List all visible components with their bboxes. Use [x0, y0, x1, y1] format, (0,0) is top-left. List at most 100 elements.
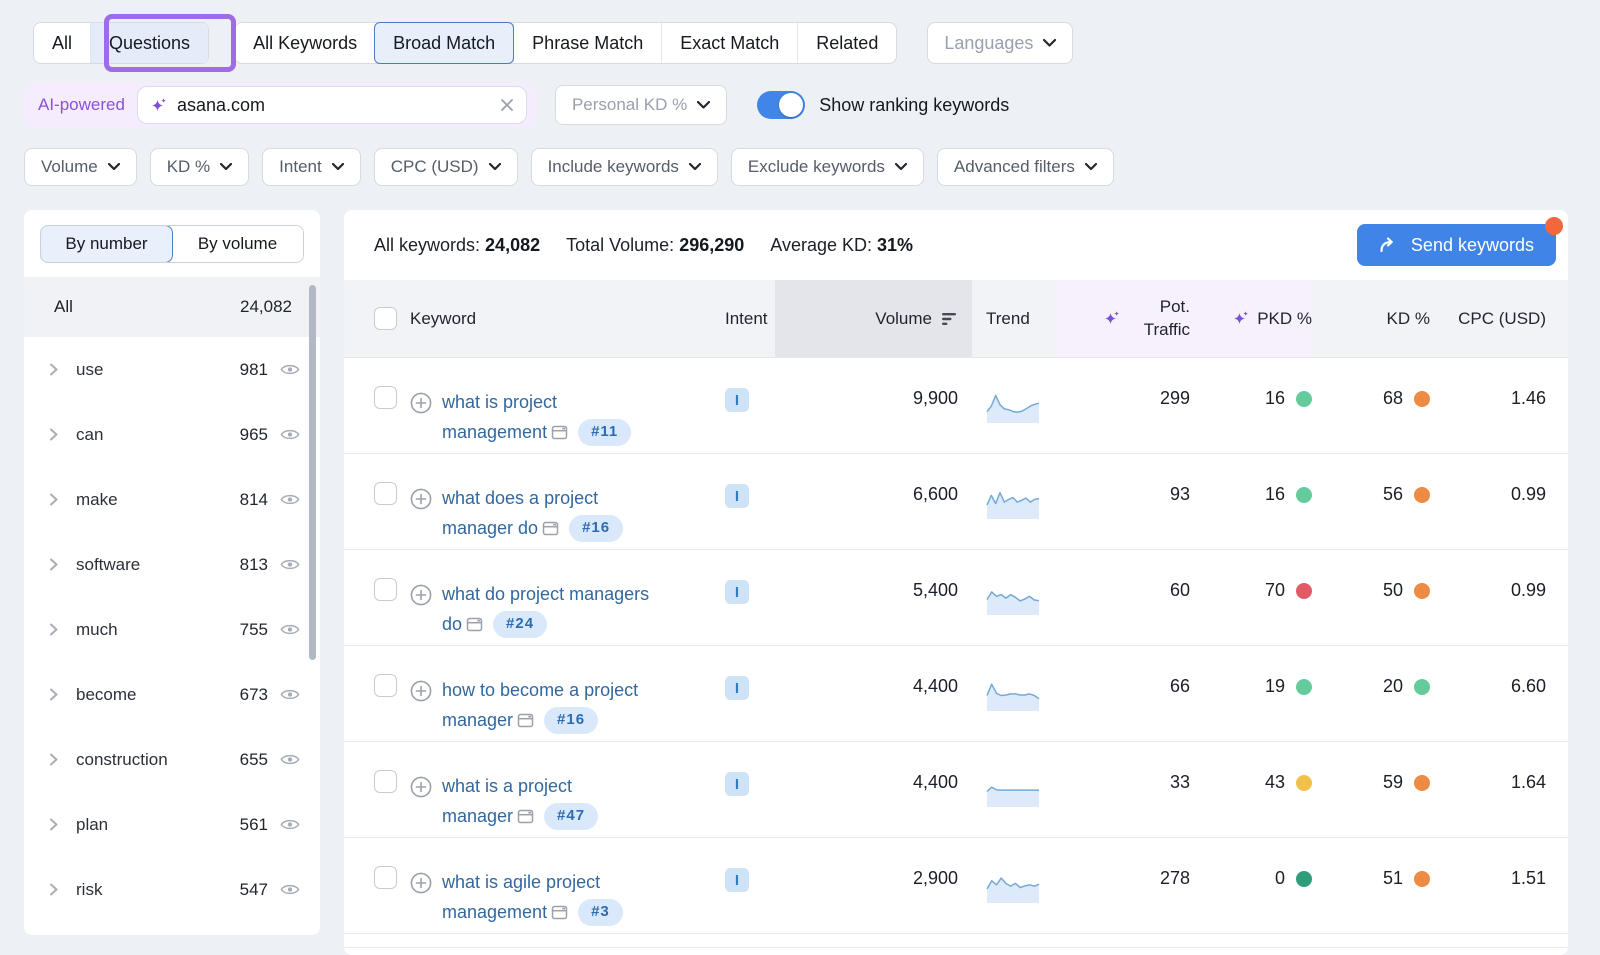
row-checkbox[interactable]	[374, 578, 397, 601]
keyword-search-box[interactable]	[137, 86, 527, 124]
ranking-position-badge[interactable]: #16	[569, 515, 623, 542]
eye-icon[interactable]	[280, 363, 300, 376]
eye-icon[interactable]	[280, 493, 300, 506]
keyword-link[interactable]: what is a project manager#47	[442, 772, 598, 831]
chevron-down-icon	[895, 163, 907, 171]
include-keywords-dropdown[interactable]: Include keywords	[531, 148, 718, 186]
ranking-position-badge[interactable]: #16	[544, 707, 598, 734]
serp-icon[interactable]	[517, 809, 534, 824]
personal-kd-dropdown[interactable]: Personal KD %	[555, 85, 727, 125]
eye-icon[interactable]	[280, 818, 300, 831]
tab-all-keywords[interactable]: All Keywords	[235, 23, 375, 63]
keyword-link[interactable]: what do project managers do#24	[442, 580, 649, 639]
tab-phrase-match[interactable]: Phrase Match	[513, 23, 661, 63]
sidebar-item-use[interactable]: use 981	[24, 337, 320, 402]
row-checkbox[interactable]	[374, 674, 397, 697]
serp-icon[interactable]	[551, 905, 568, 920]
ranking-position-badge[interactable]: #24	[493, 611, 547, 638]
tab-related[interactable]: Related	[797, 23, 896, 63]
tab-all[interactable]: All	[34, 23, 90, 63]
eye-icon[interactable]	[280, 428, 300, 441]
chevron-right-icon[interactable]	[50, 428, 58, 441]
sidebar-item-make[interactable]: make 814	[24, 467, 320, 532]
search-input[interactable]	[177, 95, 500, 116]
volume-filter-dropdown[interactable]: Volume	[24, 148, 137, 186]
column-header-volume[interactable]: Volume	[775, 280, 972, 357]
intent-badge[interactable]: I	[725, 676, 749, 700]
row-checkbox[interactable]	[374, 386, 397, 409]
exclude-keywords-dropdown[interactable]: Exclude keywords	[731, 148, 924, 186]
row-checkbox[interactable]	[374, 482, 397, 505]
serp-icon[interactable]	[517, 713, 534, 728]
add-keyword-icon[interactable]	[410, 872, 432, 894]
add-keyword-icon[interactable]	[410, 584, 432, 606]
select-all-checkbox[interactable]	[374, 307, 397, 330]
intent-badge[interactable]: I	[725, 868, 749, 892]
intent-badge[interactable]: I	[725, 388, 749, 412]
eye-icon[interactable]	[280, 753, 300, 766]
tab-questions[interactable]: Questions	[90, 23, 208, 63]
intent-badge[interactable]: I	[725, 484, 749, 508]
chevron-right-icon[interactable]	[50, 688, 58, 701]
row-checkbox[interactable]	[374, 866, 397, 889]
cpc-filter-dropdown[interactable]: CPC (USD)	[374, 148, 518, 186]
add-keyword-icon[interactable]	[410, 776, 432, 798]
intent-badge[interactable]: I	[725, 580, 749, 604]
by-number-tab[interactable]: By number	[40, 225, 173, 263]
eye-icon[interactable]	[280, 883, 300, 896]
column-header-kd[interactable]: KD %	[1312, 280, 1430, 357]
eye-icon[interactable]	[280, 688, 300, 701]
keyword-link[interactable]: what is agile project management#3	[442, 868, 623, 927]
keyword-link[interactable]: how to become a project manager#16	[442, 676, 638, 735]
eye-icon[interactable]	[280, 623, 300, 636]
sidebar-item-much[interactable]: much 755	[24, 597, 320, 662]
tab-exact-match[interactable]: Exact Match	[661, 23, 797, 63]
by-volume-tab[interactable]: By volume	[172, 226, 303, 262]
sidebar-item-construction[interactable]: construction 655	[24, 727, 320, 792]
column-header-keyword[interactable]: Keyword	[410, 280, 725, 357]
add-keyword-icon[interactable]	[410, 488, 432, 510]
serp-icon[interactable]	[551, 425, 568, 440]
chevron-right-icon[interactable]	[50, 623, 58, 636]
sidebar-item-plan[interactable]: plan 561	[24, 792, 320, 857]
table-row: what is agile project management#3 I 2,9…	[344, 838, 1568, 934]
column-header-pkd[interactable]: PKD %	[1190, 280, 1312, 357]
ranking-position-badge[interactable]: #47	[544, 803, 598, 830]
intent-badge[interactable]: I	[725, 772, 749, 796]
keyword-link[interactable]: what does a project manager do#16	[442, 484, 623, 543]
column-header-intent[interactable]: Intent	[725, 280, 775, 357]
kd-filter-dropdown[interactable]: KD %	[150, 148, 249, 186]
chevron-right-icon[interactable]	[50, 493, 58, 506]
trend-sparkline	[986, 388, 1040, 429]
chevron-right-icon[interactable]	[50, 883, 58, 896]
sidebar-item-risk[interactable]: risk 547	[24, 857, 320, 922]
keyword-link[interactable]: what is project management#11	[442, 388, 631, 447]
intent-filter-dropdown[interactable]: Intent	[262, 148, 361, 186]
tab-broad-match[interactable]: Broad Match	[374, 22, 514, 64]
add-keyword-icon[interactable]	[410, 392, 432, 414]
chevron-right-icon[interactable]	[50, 753, 58, 766]
eye-icon[interactable]	[280, 558, 300, 571]
column-header-pot-traffic[interactable]: Pot. Traffic	[1056, 280, 1190, 357]
add-keyword-icon[interactable]	[410, 680, 432, 702]
column-header-cpc[interactable]: CPC (USD)	[1430, 280, 1568, 357]
row-checkbox[interactable]	[374, 770, 397, 793]
sidebar-all-row[interactable]: All 24,082	[24, 277, 320, 337]
show-ranking-keywords-toggle[interactable]	[757, 91, 805, 119]
chevron-right-icon[interactable]	[50, 558, 58, 571]
chevron-right-icon[interactable]	[50, 363, 58, 376]
advanced-filters-dropdown[interactable]: Advanced filters	[937, 148, 1114, 186]
sidebar-item-software[interactable]: software 813	[24, 532, 320, 597]
send-keywords-button[interactable]: Send keywords	[1357, 224, 1556, 266]
clear-search-icon[interactable]	[500, 98, 514, 112]
chevron-right-icon[interactable]	[50, 818, 58, 831]
ranking-position-badge[interactable]: #3	[578, 899, 623, 926]
ranking-position-badge[interactable]: #11	[578, 419, 631, 446]
languages-dropdown[interactable]: Languages	[927, 22, 1073, 64]
sidebar-item-can[interactable]: can 965	[24, 402, 320, 467]
column-header-trend[interactable]: Trend	[972, 280, 1056, 357]
serp-icon[interactable]	[466, 617, 483, 632]
sidebar-scrollbar[interactable]	[309, 285, 316, 660]
sidebar-item-become[interactable]: become 673	[24, 662, 320, 727]
serp-icon[interactable]	[542, 521, 559, 536]
